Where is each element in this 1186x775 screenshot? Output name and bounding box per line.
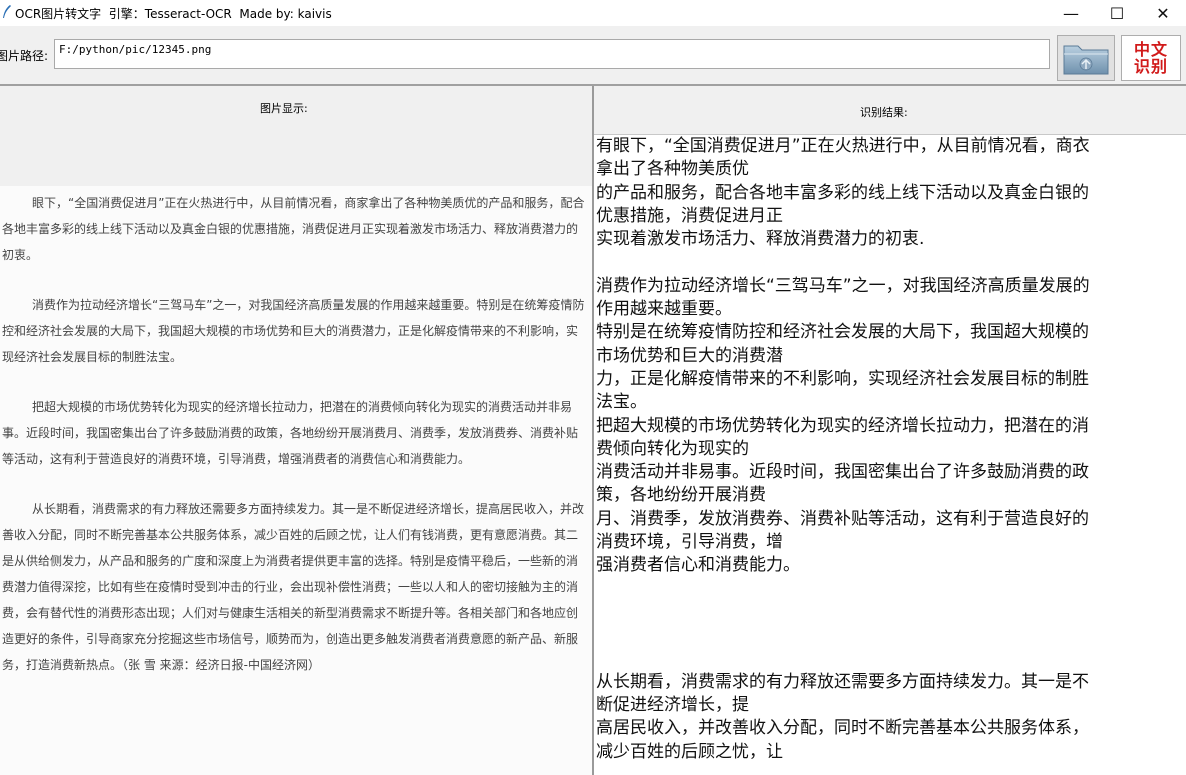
- image-panel: 图片显示: 眼下，“全国消费促进月”正在火热进行中，从目前情况看，商家拿出了各种…: [0, 86, 592, 775]
- minimize-button[interactable]: —: [1048, 0, 1094, 26]
- ocr-button-label-line: 识别: [1133, 57, 1168, 76]
- result-line: 特别是在统筹疫情防控和经济社会发展的大局下，我国超大规模的: [596, 322, 1089, 343]
- result-line: 减少百姓的后顾之忧，让: [596, 741, 783, 762]
- result-line: 把超大规模的市场优势转化为现实的经济增长拉动力，把潜在的消: [596, 415, 1089, 436]
- result-line: 强消费者信心和消费能力。: [596, 555, 800, 576]
- result-line: 消费活动并非易事。近段时间，我国密集出台了许多鼓励消费的政: [596, 462, 1089, 483]
- result-line: 从长期看，消费需求的有力释放还需要多方面持续发力。其一是不: [596, 671, 1089, 692]
- result-line: 市场优势和巨大的消费潜: [596, 345, 783, 366]
- result-line: [594, 624, 1186, 647]
- result-panel: 识别结果: 有眼下，“全国消费促进月”正在火热进行中，从目前情况看，商衣 拿出了各…: [594, 86, 1186, 775]
- result-text-area[interactable]: 有眼下，“全国消费促进月”正在火热进行中，从目前情况看，商衣 拿出了各种物美质优的…: [594, 135, 1186, 775]
- image-paragraph: 把超大规模的市场优势转化为现实的经济增长拉动力，把潜在的消费倾向转化为现实的消费…: [2, 400, 579, 466]
- result-line: 优惠措施，消费促进月正: [596, 205, 783, 226]
- result-line: 高居民收入，并改善收入分配，同时不断完善基本公共服务体系，: [596, 718, 1089, 739]
- image-panel-title: 图片显示:: [260, 102, 308, 115]
- ocr-button-label-line: 中文: [1133, 40, 1168, 59]
- title-bar: OCR图片转文字 引擎：Tesseract-OCR Made by: kaivi…: [0, 0, 1186, 26]
- result-line: [594, 251, 1186, 274]
- result-line: 有眼下，“全国消费促进月”正在火热进行中，从目前情况看，商衣: [596, 136, 1090, 156]
- result-line: 消费作为拉动经济增长“三驾马车”之一，对我国经济高质量发展的: [596, 275, 1090, 296]
- result-line: 的产品和服务，配合各地丰富多彩的线上线下活动以及真金白银的: [596, 182, 1089, 203]
- chinese-ocr-button[interactable]: 中文 识别: [1121, 35, 1181, 81]
- result-line: 策，各地纷纷开展消费: [596, 485, 766, 506]
- path-label: 图片路径:: [0, 49, 49, 63]
- image-path-input[interactable]: F:/python/pic/12345.png: [54, 39, 1050, 69]
- result-line: 消费环境，引导消费，增: [596, 532, 783, 553]
- result-line: 月、消费季，发放消费券、消费补贴等活动，这有利于营造良好的: [596, 508, 1089, 529]
- image-paragraph: 消费作为拉动经济增长“三驾马车”之一，对我国经济高质量发展的作用越来越重要。特别…: [2, 298, 585, 364]
- result-line: [594, 601, 1186, 624]
- feather-app-icon: [3, 5, 11, 18]
- folder-open-icon: [1063, 45, 1109, 75]
- result-line: 力，正是化解疫情带来的不利影响，实现经济社会发展目标的制胜: [596, 368, 1089, 389]
- result-line: 法宝。: [596, 392, 647, 413]
- maximize-button[interactable]: ☐: [1094, 0, 1140, 26]
- close-button[interactable]: ✕: [1140, 0, 1186, 26]
- result-panel-header: 识别结果:: [594, 86, 1186, 135]
- result-line: [594, 578, 1186, 601]
- browse-folder-button[interactable]: [1057, 35, 1115, 81]
- result-line: 拿出了各种物美质优: [596, 159, 749, 180]
- result-line: 费倾向转化为现实的: [596, 438, 749, 459]
- image-preview[interactable]: 眼下，“全国消费促进月”正在火热进行中，从目前情况看，商家拿出了各种物美质优的产…: [0, 186, 592, 775]
- result-panel-title: 识别结果:: [860, 106, 908, 119]
- image-panel-header: 图片显示:: [0, 86, 592, 186]
- minimize-icon: —: [1063, 3, 1079, 23]
- image-paragraph: 眼下，“全国消费促进月”正在火热进行中，从目前情况看，商家拿出了各种物美质优的产…: [2, 196, 585, 262]
- result-line: 作用越来越重要。: [596, 299, 732, 320]
- result-line: 实现着激发市场活力、释放消费潜力的初衷.: [596, 229, 925, 250]
- window-title: OCR图片转文字 引擎：Tesseract-OCR Made by: kaivi…: [15, 7, 332, 21]
- maximize-icon: ☐: [1109, 3, 1125, 23]
- close-icon: ✕: [1156, 3, 1170, 23]
- result-line: [594, 648, 1186, 671]
- image-paragraph: 从长期看，消费需求的有力释放还需要多方面持续发力。其一是不断促进经济增长，提高居…: [2, 502, 585, 672]
- result-line: 断促进经济增长，提: [596, 695, 749, 716]
- ocr-button-label: 中文 识别: [1122, 41, 1180, 75]
